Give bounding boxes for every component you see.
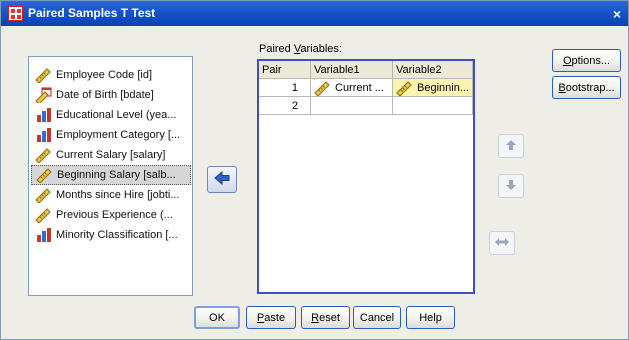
help-button[interactable]: Help (406, 306, 455, 329)
move-up-button[interactable] (498, 134, 524, 158)
close-icon[interactable]: × (607, 4, 627, 24)
variable2-cell[interactable]: Beginnin... (393, 79, 473, 97)
list-item-label: Beginning Salary [salb... (57, 169, 176, 181)
column-header-variable1: Variable1 (311, 61, 393, 79)
ruler-icon (396, 80, 413, 96)
ok-button[interactable]: OK (194, 306, 240, 329)
list-item[interactable]: Date of Birth [bdate] (31, 85, 191, 105)
move-variable-button[interactable] (207, 166, 237, 193)
variable1-value: Current ... (335, 81, 384, 94)
list-item-selected[interactable]: Beginning Salary [salb... (31, 165, 191, 185)
swap-variables-button[interactable] (489, 231, 515, 255)
move-down-button[interactable] (498, 174, 524, 198)
bar-chart-icon (35, 107, 52, 123)
list-item-label: Previous Experience (... (56, 209, 173, 221)
ruler-icon (35, 147, 52, 163)
title-bar[interactable]: Paired Samples T Test × (1, 1, 628, 26)
list-item[interactable]: Minority Classification [... (31, 225, 191, 245)
options-button[interactable]: Options... (552, 49, 621, 72)
paired-variables-table[interactable]: Pair Variable1 Variable2 1 Current ... B… (257, 59, 475, 294)
pair-number-cell[interactable]: 1 (259, 79, 311, 97)
list-item[interactable]: Previous Experience (... (31, 205, 191, 225)
list-item[interactable]: Months since Hire [jobti... (31, 185, 191, 205)
paired-samples-dialog: Paired Samples T Test × Employee Code [i… (0, 0, 629, 340)
ruler-icon (35, 67, 52, 83)
list-item[interactable]: Employee Code [id] (31, 65, 191, 85)
ruler-icon (314, 80, 331, 96)
list-item[interactable]: Current Salary [salary] (31, 145, 191, 165)
bootstrap-button[interactable]: Bootstrap... (552, 76, 621, 99)
ruler-calendar-icon (35, 87, 52, 103)
list-item-label: Date of Birth [bdate] (56, 89, 154, 101)
arrow-up-icon (505, 139, 517, 154)
source-variable-list[interactable]: Employee Code [id] Date of Birth [bdate]… (28, 56, 193, 296)
ruler-icon (35, 187, 52, 203)
list-item-label: Months since Hire [jobti... (56, 189, 180, 201)
pair-number-cell[interactable]: 2 (259, 97, 311, 115)
paste-button[interactable]: Paste (246, 306, 296, 329)
column-header-variable2: Variable2 (393, 61, 473, 79)
list-item-label: Minority Classification [... (56, 229, 178, 241)
cancel-button[interactable]: Cancel (353, 306, 401, 329)
list-item-label: Employee Code [id] (56, 69, 152, 81)
variable1-cell[interactable] (311, 97, 393, 115)
bar-chart-icon (35, 127, 52, 143)
list-item[interactable]: Educational Level (yea... (31, 105, 191, 125)
bar-chart-icon (35, 227, 52, 243)
reset-button[interactable]: Reset (301, 306, 350, 329)
list-item[interactable]: Employment Category [... (31, 125, 191, 145)
arrow-left-icon (214, 170, 230, 188)
list-item-label: Educational Level (yea... (56, 109, 177, 121)
ruler-icon (36, 167, 53, 183)
list-item-label: Employment Category [... (56, 129, 181, 141)
variable2-cell[interactable] (393, 97, 473, 115)
column-header-pair: Pair (259, 61, 311, 79)
spss-app-icon (8, 6, 23, 21)
arrow-down-icon (505, 179, 517, 194)
swap-horizontal-icon (494, 237, 510, 250)
list-item-label: Current Salary [salary] (56, 149, 166, 161)
variable1-cell[interactable]: Current ... (311, 79, 393, 97)
ruler-icon (35, 207, 52, 223)
paired-variables-label: Paired Variables: (259, 43, 342, 55)
variable2-value: Beginnin... (417, 81, 469, 94)
window-title: Paired Samples T Test (28, 6, 156, 20)
